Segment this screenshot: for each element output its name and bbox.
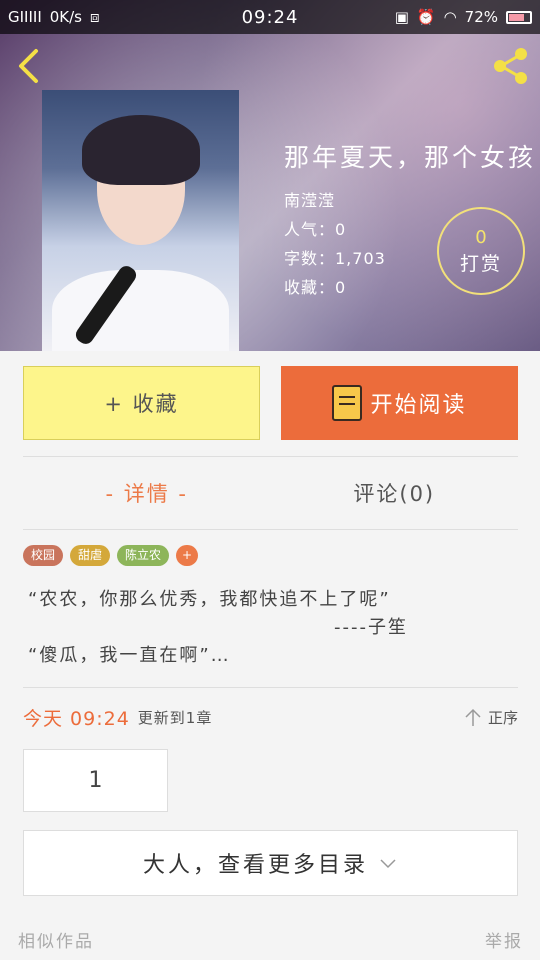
- sort-order-label: 正序: [487, 708, 518, 727]
- divider: [23, 456, 518, 457]
- wifi-icon: ◠: [443, 8, 457, 26]
- description-line: “傻瓜，我一直在啊”…: [28, 645, 231, 666]
- update-row: 今天 09:24 更新到1章 正序: [23, 700, 518, 734]
- update-time: 今天 09:24: [23, 707, 130, 730]
- share-button[interactable]: [490, 46, 530, 86]
- add-tag-button[interactable]: +: [176, 545, 199, 566]
- description-author: ----子笙: [334, 617, 408, 638]
- battery-saver-icon: ▣: [394, 8, 409, 26]
- divider: [23, 687, 518, 688]
- start-reading-label: 开始阅读: [370, 393, 467, 418]
- chevron-left-icon: [19, 49, 38, 83]
- action-bar: + 收藏 开始阅读: [23, 366, 518, 440]
- status-bar: GIIIII 0K/s ⧈ 09:24 ▣ ⏰ ◠ 72%: [0, 0, 540, 34]
- tag-item[interactable]: 陈立农: [117, 545, 170, 566]
- arrow-up-icon: [465, 708, 481, 726]
- chevron-down-icon: [380, 859, 396, 869]
- chapter-item[interactable]: 1: [23, 749, 168, 812]
- tag-item[interactable]: 甜虐: [70, 545, 111, 566]
- more-directory-label: 大人，查看更多目录: [142, 853, 368, 878]
- tip-label: 打赏: [459, 252, 502, 275]
- screenshot-icon: ⧈: [90, 8, 100, 26]
- sort-order-button[interactable]: 正序: [464, 707, 518, 728]
- signal-icon: GIIIII: [8, 8, 42, 26]
- book-cover: [42, 90, 239, 351]
- tab-comments[interactable]: 评论(0): [271, 470, 519, 518]
- share-icon: [494, 48, 527, 84]
- report-link[interactable]: 举报: [485, 927, 523, 952]
- back-button[interactable]: [14, 48, 44, 84]
- network-speed: 0K/s: [49, 8, 82, 26]
- footer: 相似作品 举报: [18, 927, 523, 952]
- divider: [23, 529, 518, 530]
- favorite-button[interactable]: + 收藏: [23, 366, 260, 440]
- update-text: 更新到1章: [137, 708, 213, 727]
- status-time: 09:24: [241, 6, 299, 28]
- battery-icon: [506, 10, 532, 24]
- alarm-icon: ⏰: [416, 8, 436, 26]
- tip-count: 0: [475, 226, 487, 248]
- description-line: “农农，你那么优秀，我都快追不上了呢”: [28, 589, 391, 610]
- book-icon: [332, 385, 363, 421]
- tag-item[interactable]: 校园: [23, 545, 64, 566]
- tip-button[interactable]: 0 打赏: [437, 207, 525, 295]
- battery-percent: 72%: [464, 8, 498, 26]
- tag-list: 校园 甜虐 陈立农 +: [23, 545, 199, 566]
- more-directory-button[interactable]: 大人，查看更多目录: [23, 830, 518, 896]
- book-header: GIIIII 0K/s ⧈ 09:24 ▣ ⏰ ◠ 72% 那年夏天，那个女孩 …: [0, 0, 540, 351]
- book-title: 那年夏天，那个女孩: [284, 143, 537, 172]
- start-reading-button[interactable]: 开始阅读: [281, 366, 518, 440]
- tab-details[interactable]: - 详情 -: [23, 470, 271, 518]
- similar-works-link[interactable]: 相似作品: [18, 927, 94, 952]
- detail-tabs: - 详情 - 评论(0): [23, 470, 518, 518]
- book-description: “农农，你那么优秀，我都快追不上了呢” ----子笙 “傻瓜，我一直在啊”…: [28, 586, 508, 670]
